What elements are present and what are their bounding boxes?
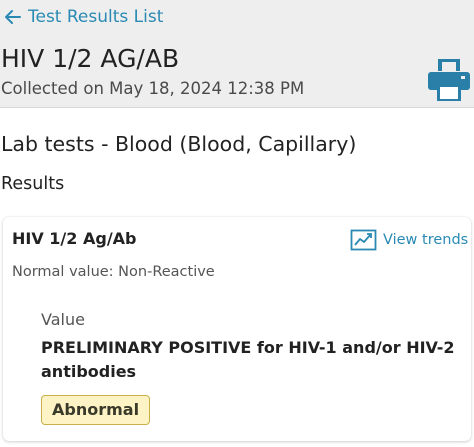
- arrow-left-icon: [5, 10, 21, 24]
- trend-chart-icon: [350, 229, 377, 251]
- page-header: Test Results List HIV 1/2 AG/AB Collecte…: [0, 0, 474, 108]
- printer-icon[interactable]: [426, 56, 472, 104]
- back-to-results-link[interactable]: Test Results List: [3, 6, 163, 28]
- lab-test-heading: Lab tests - Blood (Blood, Capillary): [1, 132, 357, 156]
- back-link-label: Test Results List: [28, 7, 164, 27]
- result-value: PRELIMINARY POSITIVE for HIV-1 and/or HI…: [41, 338, 455, 381]
- view-trends-label: View trends: [383, 232, 469, 248]
- collected-date: Collected on May 18, 2024 12:38 PM: [1, 79, 305, 98]
- value-label: Value: [41, 310, 85, 329]
- status-badge: Abnormal: [41, 395, 151, 425]
- normal-value: Normal value: Non-Reactive: [12, 264, 215, 280]
- results-heading: Results: [1, 174, 65, 194]
- test-name: HIV 1/2 Ag/Ab: [12, 229, 137, 248]
- result-card: HIV 1/2 Ag/Ab View trends Normal value: …: [3, 217, 471, 441]
- page-title: HIV 1/2 AG/AB: [1, 44, 180, 73]
- view-trends-link[interactable]: View trends: [350, 229, 468, 251]
